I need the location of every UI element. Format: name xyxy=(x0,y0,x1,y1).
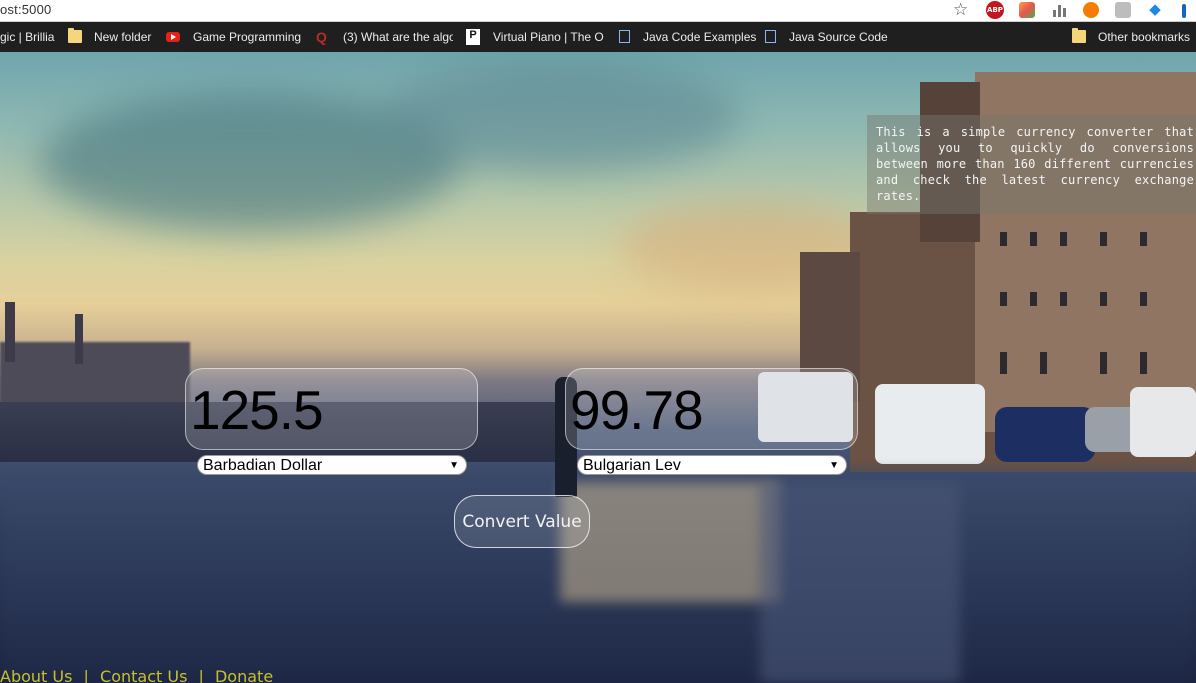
from-amount-input[interactable]: 125.5 xyxy=(185,368,478,450)
window-shape xyxy=(1040,352,1047,374)
footer-links: About Us | Contact Us | Donate xyxy=(0,667,279,683)
to-amount-input[interactable]: 99.78 xyxy=(565,368,858,450)
window-shape xyxy=(1060,232,1067,246)
bookmark-label: Other bookmarks xyxy=(1098,30,1191,44)
from-amount-value[interactable]: 125.5 xyxy=(190,378,324,442)
chevron-down-icon: ▼ xyxy=(829,460,839,471)
spire-shape xyxy=(75,314,83,364)
converter-page: 125.5 Barbadian Dollar ▼ 99.78 Bulgarian… xyxy=(0,52,1196,683)
sky-reflection xyxy=(560,482,780,602)
bookmark-java-source-code[interactable]: Java Source Code xyxy=(763,22,893,52)
bookmarks-bar: gic | Brillia New folder Game Programmin… xyxy=(0,22,1196,52)
bookmark-quora[interactable]: Q (3) What are the algo xyxy=(313,22,453,52)
window-shape xyxy=(1140,292,1147,306)
to-amount-value[interactable]: 99.78 xyxy=(570,378,704,442)
bookmark-label: New folder xyxy=(94,30,152,44)
from-currency-select[interactable]: Barbadian Dollar ▼ xyxy=(197,455,467,475)
window-shape xyxy=(1060,292,1067,306)
cloud-shape xyxy=(380,62,740,172)
extension-photos-icon[interactable] xyxy=(1019,2,1035,18)
address-bar[interactable]: ost:5000 ☆ ABP ◆ xyxy=(0,0,1196,22)
bookmark-game-programming[interactable]: Game Programming xyxy=(165,22,305,52)
extension-partial-icon[interactable] xyxy=(1182,4,1186,18)
to-currency-label: Bulgarian Lev xyxy=(583,457,681,474)
extension-diamond-icon[interactable]: ◆ xyxy=(1147,2,1163,18)
van-shape xyxy=(875,384,985,464)
youtube-icon xyxy=(166,32,180,42)
bookmark-virtual-piano[interactable]: P Virtual Piano | The O xyxy=(465,22,605,52)
window-shape xyxy=(1100,232,1107,246)
window-shape xyxy=(1140,232,1147,246)
quora-icon: Q xyxy=(316,29,327,45)
piano-icon: P xyxy=(466,29,480,45)
document-icon xyxy=(619,30,630,43)
document-icon xyxy=(765,30,776,43)
extension-puzzle-icon[interactable] xyxy=(1115,2,1131,18)
bookmark-label: gic | Brillia xyxy=(0,30,55,44)
window-shape xyxy=(1100,352,1107,374)
footer-separator: | xyxy=(198,667,204,683)
folder-icon xyxy=(1072,28,1086,43)
description-text: This is a simple currency converter that… xyxy=(876,125,1194,203)
spire-shape xyxy=(5,302,15,362)
extension-basketball-icon[interactable] xyxy=(1083,2,1099,18)
window-shape xyxy=(1030,292,1037,306)
window-shape xyxy=(1030,232,1037,246)
adblock-plus-icon[interactable]: ABP xyxy=(986,1,1004,19)
car-shape xyxy=(995,407,1095,462)
curb-reflection xyxy=(760,482,960,683)
bookmark-star-icon[interactable]: ☆ xyxy=(953,0,968,20)
about-us-link[interactable]: About Us xyxy=(0,667,72,683)
bookmark-brilliant[interactable]: gic | Brillia xyxy=(0,22,58,52)
contact-us-link[interactable]: Contact Us xyxy=(100,667,187,683)
donate-link[interactable]: Donate xyxy=(215,667,273,683)
bookmark-label: (3) What are the algo xyxy=(343,30,453,44)
from-currency-label: Barbadian Dollar xyxy=(203,457,323,474)
url-text[interactable]: ost:5000 xyxy=(0,2,51,17)
description-panel: This is a simple currency converter that… xyxy=(867,115,1196,214)
to-currency-select[interactable]: Bulgarian Lev ▼ xyxy=(577,455,847,475)
bookmark-new-folder[interactable]: New folder xyxy=(66,22,160,52)
window-shape xyxy=(1140,352,1147,374)
bookmark-label: Java Code Examples xyxy=(643,30,757,44)
chevron-down-icon: ▼ xyxy=(449,460,459,471)
footer-separator: | xyxy=(83,667,89,683)
bookmark-label: Java Source Code xyxy=(789,30,888,44)
window-shape xyxy=(1100,292,1107,306)
window-shape xyxy=(1000,292,1007,306)
folder-icon xyxy=(68,28,82,43)
window-shape xyxy=(1000,352,1007,374)
bookmark-java-code-examples[interactable]: Java Code Examples xyxy=(617,22,757,52)
window-shape xyxy=(1000,232,1007,246)
convert-value-button[interactable]: Convert Value xyxy=(454,495,590,548)
extension-chart-icon[interactable] xyxy=(1051,2,1067,18)
bookmark-other-bookmarks[interactable]: Other bookmarks xyxy=(1070,22,1196,52)
bookmark-label: Game Programming xyxy=(193,30,302,44)
bookmark-label: Virtual Piano | The O xyxy=(493,30,604,44)
car-shape xyxy=(1130,387,1196,457)
